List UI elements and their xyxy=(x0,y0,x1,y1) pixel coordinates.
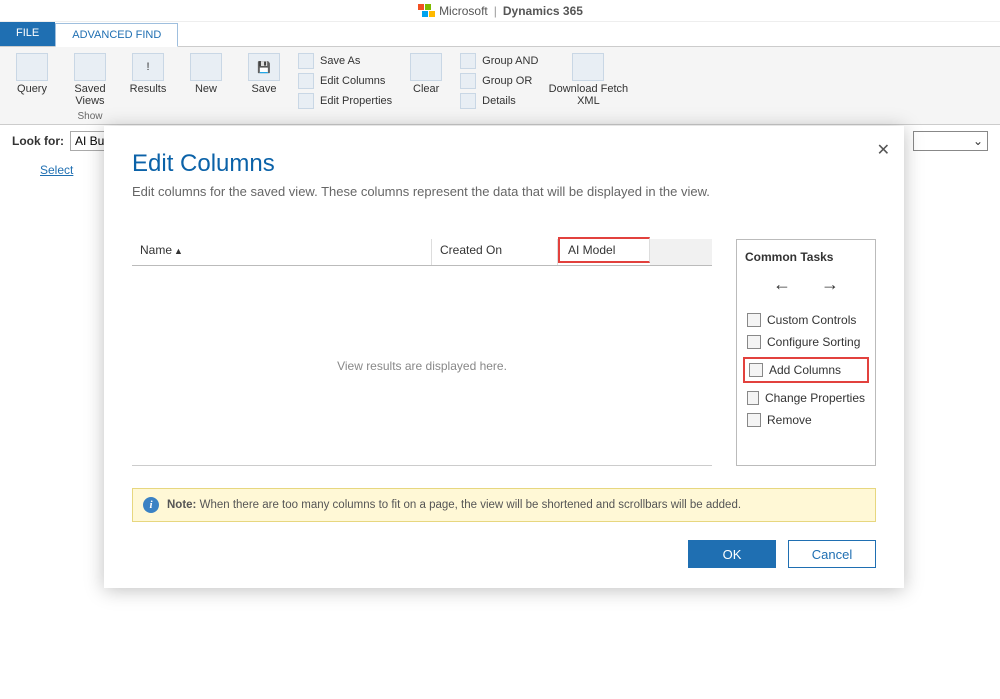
change-properties-icon xyxy=(747,391,759,405)
group-and-icon xyxy=(460,53,476,69)
results-icon: ! xyxy=(132,53,164,81)
ribbon-edit-properties[interactable]: Edit Properties xyxy=(298,93,392,109)
move-right-button[interactable]: → xyxy=(821,274,839,295)
configure-sorting-icon xyxy=(747,335,761,349)
ribbon-new-button[interactable]: New xyxy=(182,53,230,95)
ribbon-details[interactable]: Details xyxy=(460,93,538,109)
common-tasks-panel: Common Tasks ← → Custom Controls Configu… xyxy=(736,239,876,466)
columns-panel: Name▲ Created On AI Model View results a… xyxy=(132,239,712,466)
tab-file[interactable]: FILE xyxy=(0,22,55,46)
brand-product: Dynamics 365 xyxy=(503,4,583,18)
task-add-columns[interactable]: Add Columns xyxy=(749,363,863,377)
new-icon xyxy=(190,53,222,81)
lookfor-dropdown[interactable]: ⌄ xyxy=(913,131,988,151)
ribbon-saved-views-label: Saved Views xyxy=(74,83,105,107)
ribbon-group-or[interactable]: Group OR xyxy=(460,73,538,89)
ribbon-clear-label: Clear xyxy=(413,83,439,95)
remove-icon xyxy=(747,413,761,427)
brand-bar: Microsoft | Dynamics 365 xyxy=(0,0,1000,22)
edit-columns-icon xyxy=(298,73,314,89)
details-icon xyxy=(460,93,476,109)
info-icon: i xyxy=(143,497,159,513)
column-header-ai-model[interactable]: AI Model xyxy=(558,237,650,263)
ribbon-saved-views-button[interactable]: Saved Views xyxy=(66,53,114,107)
ribbon-group-and-label: Group AND xyxy=(482,55,538,67)
ribbon-download-fetchxml-button[interactable]: Download Fetch XML xyxy=(548,53,628,107)
microsoft-logo-icon-b xyxy=(421,11,435,18)
column-headers: Name▲ Created On AI Model xyxy=(132,239,712,266)
ribbon-group-or-label: Group OR xyxy=(482,75,532,87)
ribbon-group-and[interactable]: Group AND xyxy=(460,53,538,69)
ribbon-show-group-label: Show xyxy=(77,111,102,122)
ribbon-edit-columns-label: Edit Columns xyxy=(320,75,385,87)
ribbon-save-as[interactable]: Save As xyxy=(298,53,392,69)
note-label: Note: xyxy=(167,499,196,511)
column-header-name-label: Name xyxy=(140,243,172,257)
ribbon-save-button[interactable]: 💾 Save xyxy=(240,53,288,95)
sort-asc-icon: ▲ xyxy=(174,246,183,256)
common-tasks-title: Common Tasks xyxy=(745,250,867,264)
edit-properties-icon xyxy=(298,93,314,109)
column-header-name[interactable]: Name▲ xyxy=(132,239,432,265)
ribbon-results-label: Results xyxy=(130,83,167,95)
custom-controls-icon xyxy=(747,313,761,327)
cancel-button[interactable]: Cancel xyxy=(788,540,876,568)
ribbon-clear-button[interactable]: Clear xyxy=(402,53,450,95)
ribbon-details-label: Details xyxy=(482,95,516,107)
ribbon-save-label: Save xyxy=(251,83,276,95)
edit-columns-dialog: ✕ Edit Columns Edit columns for the save… xyxy=(104,126,904,588)
task-configure-sorting[interactable]: Configure Sorting xyxy=(745,331,867,353)
saved-views-icon xyxy=(74,53,106,81)
task-add-columns-label: Add Columns xyxy=(769,363,841,377)
add-columns-icon xyxy=(749,363,763,377)
chevron-down-icon: ⌄ xyxy=(973,134,983,148)
ribbon-new-label: New xyxy=(195,83,217,95)
task-custom-controls[interactable]: Custom Controls xyxy=(745,309,867,331)
ribbon: Query Saved Views ! Results Show New 💾 Sav… xyxy=(0,47,1000,125)
save-as-icon xyxy=(298,53,314,69)
results-placeholder: View results are displayed here. xyxy=(132,266,712,466)
query-icon xyxy=(16,53,48,81)
ribbon-query-label: Query xyxy=(17,83,47,95)
ribbon-edit-columns[interactable]: Edit Columns xyxy=(298,73,392,89)
download-icon xyxy=(572,53,604,81)
note-body: When there are too many columns to fit o… xyxy=(200,499,741,511)
note-text: Note: When there are too many columns to… xyxy=(167,499,741,511)
task-change-properties[interactable]: Change Properties xyxy=(745,387,867,409)
move-left-button[interactable]: ← xyxy=(773,274,791,295)
ribbon-query-button[interactable]: Query xyxy=(8,53,56,107)
group-or-icon xyxy=(460,73,476,89)
note-banner: i Note: When there are too many columns … xyxy=(132,488,876,522)
task-remove[interactable]: Remove xyxy=(745,409,867,431)
ribbon-download-label: Download Fetch XML xyxy=(549,83,629,107)
select-link[interactable]: Select xyxy=(40,163,73,177)
brand-separator: | xyxy=(494,4,497,18)
task-remove-label: Remove xyxy=(767,413,812,427)
tab-advanced-find[interactable]: ADVANCED FIND xyxy=(55,23,178,47)
column-header-spacer xyxy=(650,239,712,265)
close-button[interactable]: ✕ xyxy=(877,140,890,160)
ribbon-results-button[interactable]: ! Results xyxy=(124,53,172,107)
ribbon-save-as-label: Save As xyxy=(320,55,360,67)
task-custom-controls-label: Custom Controls xyxy=(767,313,856,327)
lookfor-label: Look for: xyxy=(12,134,64,148)
task-change-properties-label: Change Properties xyxy=(765,391,865,405)
ribbon-edit-properties-label: Edit Properties xyxy=(320,95,392,107)
clear-icon xyxy=(410,53,442,81)
brand-company: Microsoft xyxy=(439,4,488,18)
ribbon-tabs: FILE ADVANCED FIND xyxy=(0,22,1000,47)
task-configure-sorting-label: Configure Sorting xyxy=(767,335,860,349)
dialog-subtitle: Edit columns for the saved view. These c… xyxy=(132,184,876,199)
dialog-title: Edit Columns xyxy=(132,150,876,178)
column-header-created-on[interactable]: Created On xyxy=(432,239,558,265)
save-icon: 💾 xyxy=(248,53,280,81)
ok-button[interactable]: OK xyxy=(688,540,776,568)
